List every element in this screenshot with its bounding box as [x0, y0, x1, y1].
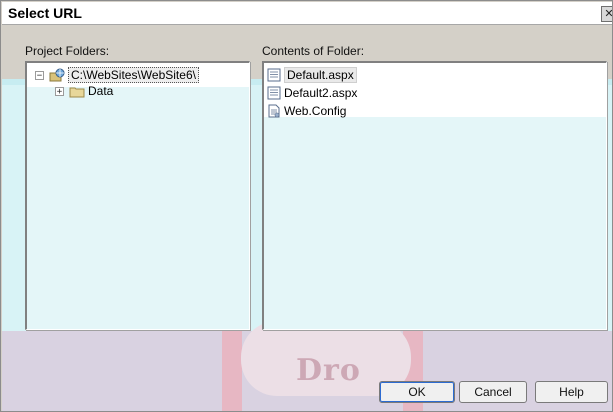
file-item-label: Web.Config	[284, 104, 347, 118]
aspx-file-icon	[267, 86, 281, 100]
cancel-button[interactable]: Cancel	[459, 381, 527, 403]
tree-node-label: Data	[88, 84, 114, 98]
file-item-default2-aspx[interactable]: Default2.aspx	[267, 85, 357, 101]
collapse-toggle[interactable]: −	[35, 70, 44, 80]
ok-button[interactable]: OK	[379, 381, 455, 403]
project-folders-tree[interactable]: − C:\WebSites\WebSite6\ + Data	[25, 61, 250, 330]
file-item-default-aspx[interactable]: Default.aspx	[267, 67, 357, 83]
project-folders-label: Project Folders:	[25, 44, 110, 58]
folder-contents-list[interactable]: Default.aspx Default2.aspx Web.Config	[262, 61, 607, 330]
title-bar: Select URL ✕	[2, 2, 612, 25]
tree-node-label: C:\WebSites\WebSite6\	[68, 67, 199, 83]
tree-node-website-root[interactable]: − C:\WebSites\WebSite6\	[35, 67, 199, 83]
dialog-title: Select URL	[8, 5, 82, 21]
aspx-file-icon	[267, 68, 281, 82]
config-file-icon	[267, 104, 281, 118]
expand-toggle[interactable]: +	[55, 86, 64, 96]
watermark-text: Dro	[296, 353, 361, 388]
help-button[interactable]: Help	[535, 381, 608, 403]
tree-node-data-folder[interactable]: + Data	[55, 83, 113, 99]
web-project-icon	[49, 68, 65, 82]
contents-of-folder-label: Contents of Folder:	[262, 44, 365, 58]
file-item-label: Default2.aspx	[284, 86, 358, 100]
panel-fill	[264, 117, 606, 329]
file-item-web-config[interactable]: Web.Config	[267, 103, 346, 119]
close-button[interactable]: ✕	[601, 6, 612, 22]
folder-icon	[69, 85, 85, 98]
file-item-label: Default.aspx	[284, 67, 357, 83]
panel-fill	[27, 87, 249, 329]
select-url-dialog: Dro Select URL ✕ Project Folders: Conten…	[0, 0, 613, 412]
